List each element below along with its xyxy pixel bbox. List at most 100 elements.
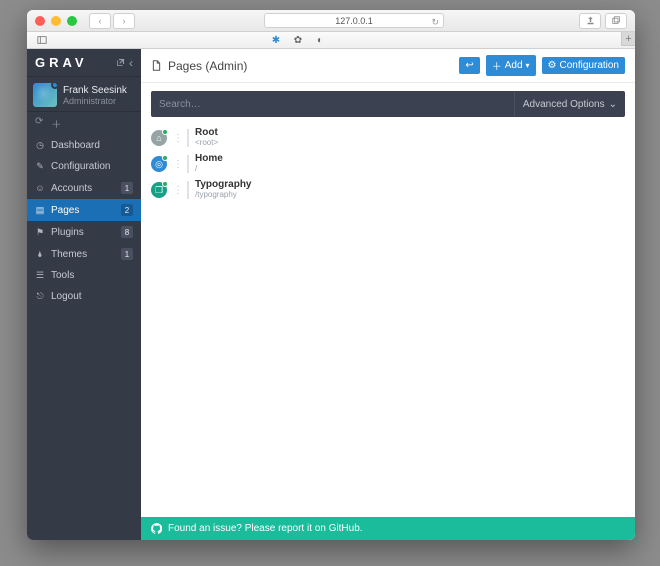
window-zoom[interactable] <box>67 16 77 26</box>
sidebar-item-label: Pages <box>51 205 115 216</box>
chevron-down-icon: ⌄ <box>609 99 617 110</box>
contrast-icon[interactable]: ◐ <box>313 33 327 47</box>
gear-icon: ⚙ <box>548 60 557 71</box>
search-input[interactable] <box>151 91 514 117</box>
new-tab-button[interactable]: + <box>621 32 635 46</box>
sidebar-item-label: Tools <box>51 270 133 281</box>
main-body: Advanced Options ⌄ ⌂ ⋮ Root <root> <box>141 83 635 517</box>
add-label: Add <box>505 60 523 71</box>
share-icon[interactable] <box>579 13 601 29</box>
window-minimize[interactable] <box>51 16 61 26</box>
page-title: Typography <box>195 180 251 190</box>
brand-name: GRAV <box>35 55 116 70</box>
brand-row: GRAV ‹ <box>27 49 141 77</box>
add-button[interactable]: ＋ Add ▾ <box>486 55 536 76</box>
gauge-icon: ◷ <box>35 140 45 151</box>
sidebar-item-tools[interactable]: ☰ Tools <box>27 265 141 286</box>
plug-icon: ⚑ <box>35 227 45 238</box>
file-icon: ▤ <box>35 205 45 216</box>
sidebar-item-plugins[interactable]: ⚑ Plugins 8 <box>27 221 141 243</box>
footer-banner[interactable]: Found an issue? Please report it on GitH… <box>141 517 635 540</box>
quick-icons: ⟳ ＋ <box>27 112 141 135</box>
app-root: GRAV ‹ Frank Seesink Administrator ⟳ ＋ <box>27 49 635 540</box>
divider <box>187 155 189 173</box>
user-block[interactable]: Frank Seesink Administrator <box>27 77 141 112</box>
main-panel: Pages (Admin) ↩ ＋ Add ▾ ⚙ Configuration <box>141 49 635 540</box>
configuration-button[interactable]: ⚙ Configuration <box>542 57 625 74</box>
tabs-icon[interactable] <box>605 13 627 29</box>
wrench-icon: ✎ <box>35 161 45 172</box>
page-list: ⌂ ⋮ Root <root> ◎ ⋮ Home <box>151 125 625 517</box>
plus-icon: ＋ <box>492 58 502 73</box>
chevron-left-icon[interactable]: ‹ <box>129 56 133 70</box>
nav-forward[interactable]: › <box>113 13 135 29</box>
nav-list: ◷ Dashboard ✎ Configuration ☺ Accounts 1… <box>27 135 141 307</box>
notification-dot <box>51 83 57 89</box>
sidebar-item-dashboard[interactable]: ◷ Dashboard <box>27 135 141 156</box>
badge: 2 <box>121 204 133 216</box>
sidebar-item-label: Themes <box>51 249 115 260</box>
badge: 1 <box>121 182 133 194</box>
user-role: Administrator <box>63 96 127 106</box>
avatar <box>33 83 57 107</box>
footer-text: Found an issue? Please report it on GitH… <box>168 523 363 534</box>
status-dot <box>162 181 168 187</box>
badge: 1 <box>121 248 133 260</box>
window-close[interactable] <box>35 16 45 26</box>
advanced-options[interactable]: Advanced Options ⌄ <box>514 91 625 117</box>
sidebar-item-label: Logout <box>51 291 133 302</box>
page-type-icon: ◎ <box>151 156 167 172</box>
extension-icon[interactable]: ✱ <box>269 33 283 47</box>
back-icon: ↩ <box>465 60 473 71</box>
users-icon: ☺ <box>35 183 45 193</box>
page-title: Pages (Admin) <box>168 59 247 73</box>
sidebar-item-label: Dashboard <box>51 140 133 151</box>
page-type-icon: ⌂ <box>151 130 167 146</box>
nav-back[interactable]: ‹ <box>89 13 111 29</box>
external-link-icon[interactable] <box>116 58 125 67</box>
address-bar[interactable]: 127.0.0.1 ↻ <box>264 13 444 28</box>
divider <box>187 129 189 147</box>
refresh-icon[interactable]: ⟳ <box>35 116 43 131</box>
drag-handle[interactable]: ⋮ <box>173 159 179 170</box>
mac-titlebar: ‹ › 127.0.0.1 ↻ <box>27 10 635 32</box>
page-title: Root <box>195 128 218 138</box>
puzzle-icon[interactable]: ✿ <box>291 33 305 47</box>
page-title: Home <box>195 154 223 164</box>
sidebar-item-configuration[interactable]: ✎ Configuration <box>27 156 141 177</box>
sidebar-item-pages[interactable]: ▤ Pages 2 <box>27 199 141 221</box>
badge: 8 <box>121 226 133 238</box>
page-path: /typography <box>195 190 251 200</box>
plus-icon[interactable]: ＋ <box>51 116 61 131</box>
back-button[interactable]: ↩ <box>459 57 479 74</box>
drag-handle[interactable]: ⋮ <box>173 185 179 196</box>
page-path: / <box>195 164 223 174</box>
reload-icon[interactable]: ↻ <box>431 15 439 29</box>
search-bar: Advanced Options ⌄ <box>151 91 625 117</box>
sidebar-item-label: Accounts <box>51 183 115 194</box>
drop-icon: 🌢 <box>35 249 45 260</box>
github-icon <box>151 523 162 534</box>
status-dot <box>162 155 168 161</box>
sidebar-item-themes[interactable]: 🌢 Themes 1 <box>27 243 141 265</box>
status-dot <box>162 129 168 135</box>
page-type-icon: ❐ <box>151 182 167 198</box>
file-icon <box>151 60 162 71</box>
page-header: Pages (Admin) ↩ ＋ Add ▾ ⚙ Configuration <box>141 49 635 83</box>
page-item-root[interactable]: ⌂ ⋮ Root <root> <box>151 125 625 151</box>
sidebar-item-logout[interactable]: ⎋ Logout <box>27 286 141 307</box>
sidebar-toggle-icon[interactable] <box>35 33 49 47</box>
sidebar-item-accounts[interactable]: ☺ Accounts 1 <box>27 177 141 199</box>
page-item-home[interactable]: ◎ ⋮ Home / <box>151 151 625 177</box>
page-item-typography[interactable]: ❐ ⋮ Typography /typography <box>151 177 625 203</box>
sidebar: GRAV ‹ Frank Seesink Administrator ⟳ ＋ <box>27 49 141 540</box>
drag-handle[interactable]: ⋮ <box>173 133 179 144</box>
briefcase-icon: ☰ <box>35 270 45 281</box>
sidebar-item-label: Configuration <box>51 161 133 172</box>
page-title-wrap: Pages (Admin) <box>151 59 453 73</box>
browser-window: ‹ › 127.0.0.1 ↻ ✱ ✿ ◐ + <box>27 10 635 540</box>
divider <box>187 181 189 199</box>
sidebar-item-label: Plugins <box>51 227 115 238</box>
configuration-label: Configuration <box>560 60 619 71</box>
user-name: Frank Seesink <box>63 85 127 96</box>
